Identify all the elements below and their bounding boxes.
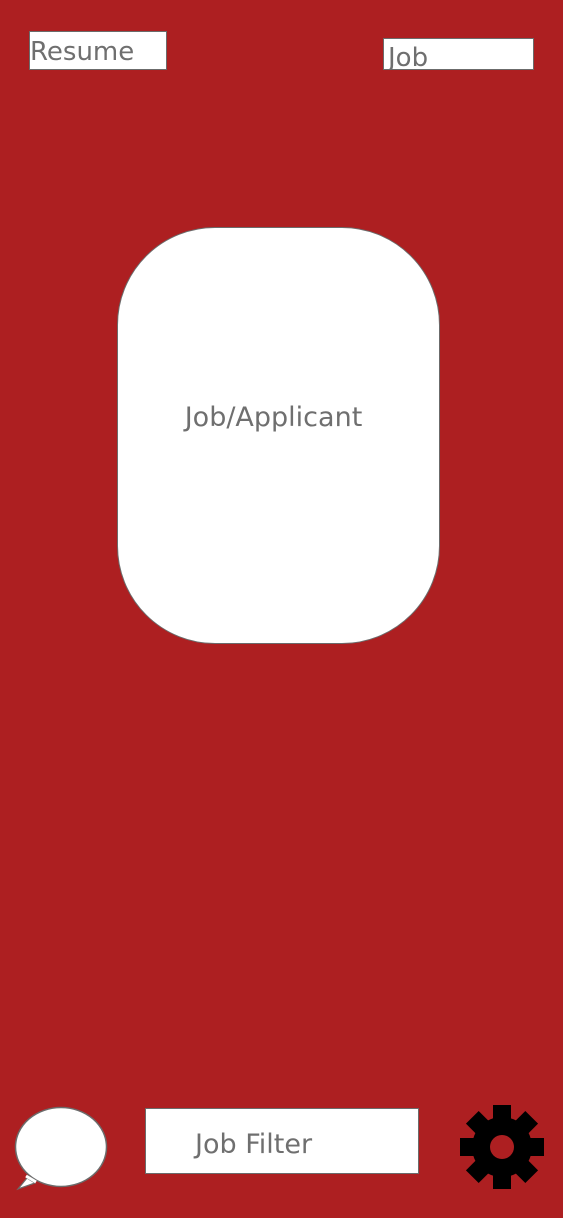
job-applicant-card[interactable]: Job/Applicant [117,227,440,644]
gear-icon [460,1105,544,1189]
job-button[interactable]: Job [383,38,534,70]
card-label: Job/Applicant [184,402,363,433]
settings-button[interactable] [459,1104,545,1190]
job-filter-button[interactable]: Job Filter [145,1108,419,1174]
app-screen: Resume Job Job/Applicant Job Filter [0,0,563,1218]
resume-button[interactable]: Resume [29,31,167,70]
chat-button[interactable] [14,1106,110,1192]
chat-bubble-icon [14,1106,108,1191]
